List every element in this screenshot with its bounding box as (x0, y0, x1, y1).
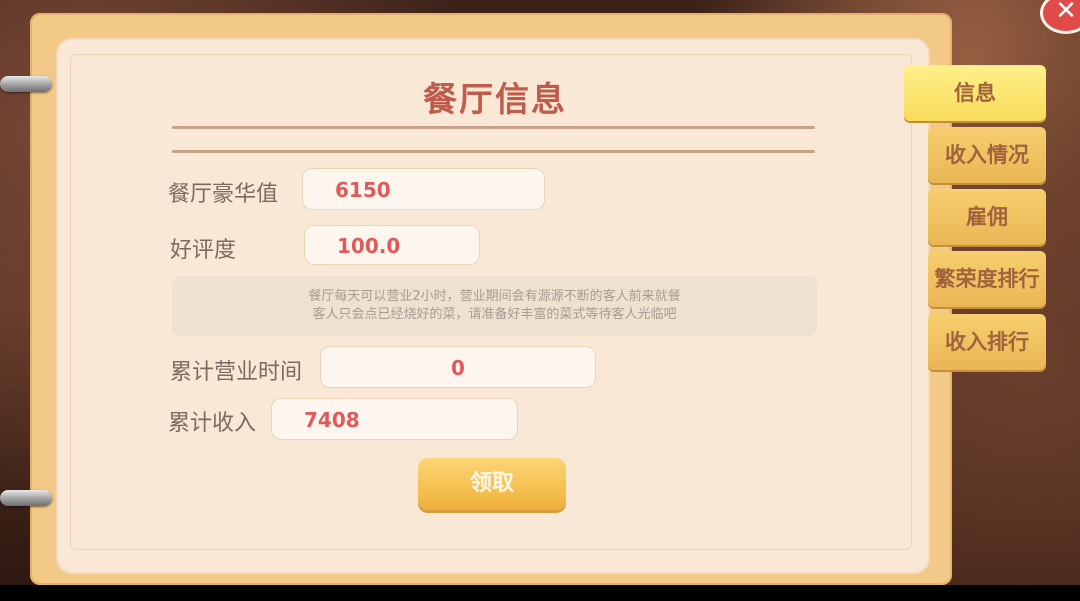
notice-line-1: 餐厅每天可以营业2小时，营业期间会有源源不断的客人前来就餐 (308, 289, 681, 304)
luxury-value-field: 6150 (302, 168, 545, 210)
page-title: 餐厅信息 (423, 80, 567, 120)
hours-label: 累计营业时间 (170, 360, 303, 385)
hours-value-field: 0 (320, 346, 596, 388)
title-divider-bottom (172, 150, 815, 153)
title-divider-top (172, 126, 815, 129)
bottom-bar (0, 585, 1080, 601)
binder-ring-bottom (0, 490, 52, 506)
tab-income-rank[interactable]: 收入排行 (928, 314, 1046, 370)
notice-line-2: 客人只会点已经烧好的菜，请准备好丰富的菜式等待客人光临吧 (312, 307, 677, 322)
info-notice: 餐厅每天可以营业2小时，营业期间会有源源不断的客人前来就餐 客人只会点已经烧好的… (172, 276, 817, 336)
rating-value-field: 100.0 (304, 225, 480, 265)
income-value-field: 7408 (271, 398, 518, 440)
tab-hire[interactable]: 雇佣 (928, 189, 1046, 245)
tab-prosperity-rank[interactable]: 繁荣度排行 (928, 251, 1046, 307)
claim-button[interactable]: 领取 (418, 458, 566, 510)
tab-info[interactable]: 信息 (904, 65, 1046, 121)
close-icon[interactable]: ✕ (1040, 0, 1080, 34)
income-label: 累计收入 (168, 411, 257, 436)
rating-label: 好评度 (170, 238, 237, 263)
luxury-label: 餐厅豪华值 (168, 182, 279, 207)
tab-income-status[interactable]: 收入情况 (928, 127, 1046, 183)
